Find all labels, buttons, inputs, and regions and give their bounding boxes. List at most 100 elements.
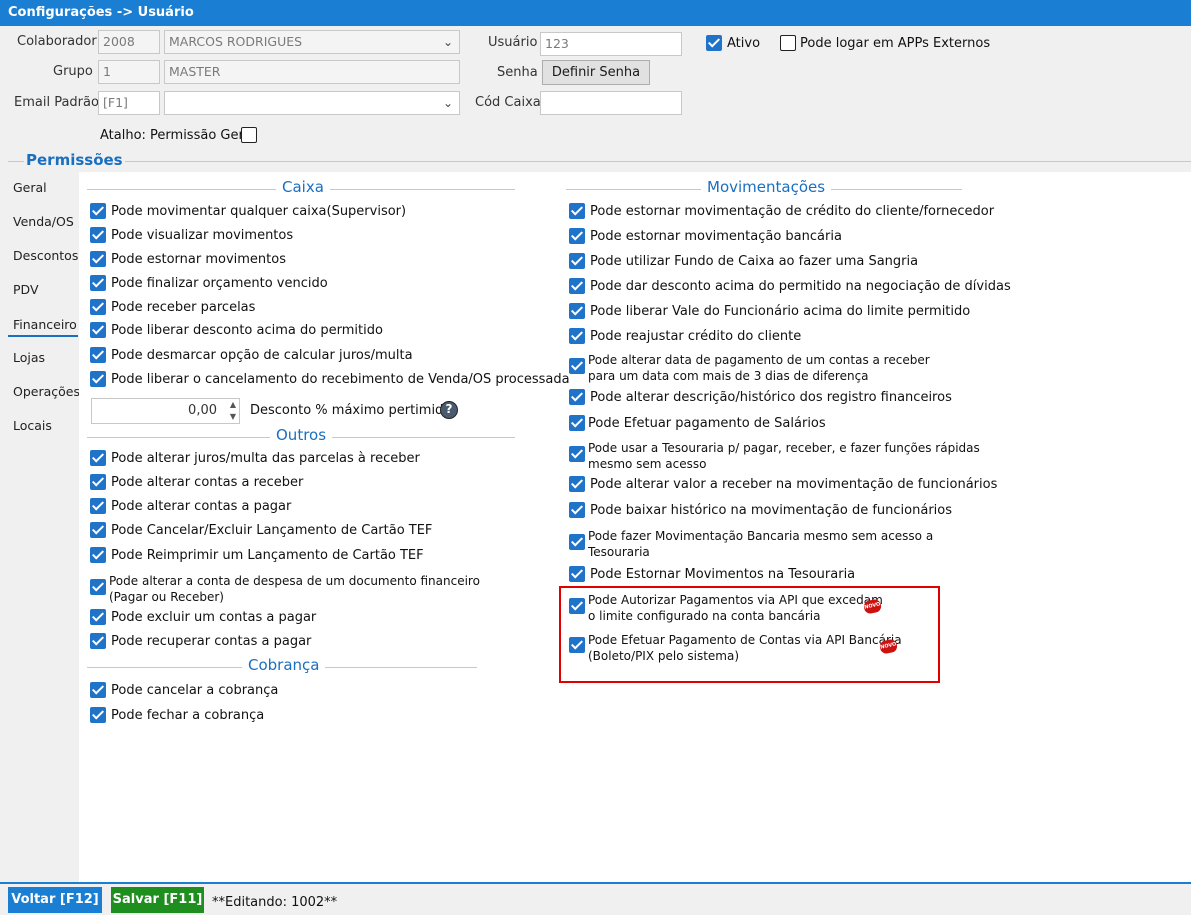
checkbox[interactable] [569,203,585,219]
checkbox[interactable] [90,299,106,315]
tab-operacoes[interactable]: Operações [13,384,80,399]
definir-senha-button[interactable]: Definir Senha [542,60,650,85]
movimentacoes-title: Movimentações [701,178,832,196]
email-label: Email Padrão [14,95,99,110]
checkbox[interactable] [569,278,585,294]
window-title: Configurações -> Usuário [0,0,1191,26]
tab-descontos[interactable]: Descontos [13,248,78,263]
usuario-field[interactable]: 123 [540,32,682,56]
salvar-button[interactable]: Salvar [F11] [111,887,204,913]
spin-up-icon[interactable]: ▲ [230,400,236,409]
checkbox[interactable] [569,253,585,269]
checkbox[interactable] [90,275,106,291]
cod-caixa-field[interactable] [540,91,682,115]
permission-label: Pode desmarcar opção de calcular juros/m… [111,348,413,363]
permission-label: Pode Autorizar Pagamentos via API que ex… [588,593,883,607]
checkbox[interactable] [569,303,585,319]
permission-label-line2: (Pagar ou Receber) [109,590,224,604]
checkbox[interactable] [90,522,106,538]
checkbox[interactable] [569,566,585,582]
checkbox[interactable] [569,358,585,374]
grupo-name-field: MASTER [164,60,460,84]
permission-label: Pode excluir um contas a pagar [111,610,317,625]
grupo-code-field[interactable]: 1 [98,60,160,84]
permission-label-line2: (Boleto/PIX pelo sistema) [588,649,740,663]
checkbox[interactable] [569,476,585,492]
permission-label: Pode liberar Vale do Funcionário acima d… [590,304,971,319]
checkbox[interactable] [569,598,585,614]
atalho-checkbox[interactable] [241,127,257,143]
checkbox[interactable] [90,371,106,387]
checkbox[interactable] [90,682,106,698]
desconto-max-value: 0,00 [188,403,217,418]
permission-label: Pode Efetuar pagamento de Salários [588,416,826,431]
ativo-checkbox[interactable] [706,35,722,51]
chevron-down-icon[interactable]: ⌄ [443,31,453,53]
checkbox[interactable] [569,446,585,462]
permission-label: Pode alterar descrição/histórico dos reg… [590,390,952,405]
checkbox[interactable] [90,251,106,267]
checkbox[interactable] [90,450,106,466]
chevron-down-icon[interactable]: ⌄ [443,92,453,114]
checkbox[interactable] [569,415,585,431]
permission-label: Pode dar desconto acima do permitido na … [590,279,1011,294]
tab-lojas[interactable]: Lojas [13,350,45,365]
tab-locais[interactable]: Locais [13,418,52,433]
checkbox[interactable] [569,637,585,653]
permission-label: Pode visualizar movimentos [111,228,294,243]
checkbox[interactable] [569,228,585,244]
permission-label: Pode cancelar a cobrança [111,683,279,698]
desconto-max-label: Desconto % máximo pertimido [250,403,452,418]
permission-label-line2: Tesouraria [588,545,650,559]
outros-title: Outros [270,426,333,444]
cobranca-title: Cobrança [242,656,326,674]
desconto-max-spinner[interactable]: 0,00 ▲ ▼ [91,398,240,424]
permissoes-divider [8,161,1191,162]
permission-label: Pode recuperar contas a pagar [111,634,312,649]
checkbox[interactable] [569,534,585,550]
tab-geral[interactable]: Geral [13,180,47,195]
status-text: **Editando: 1002** [212,895,338,910]
checkbox[interactable] [569,502,585,518]
tab-financeiro[interactable]: Financeiro [13,317,77,332]
apps-externos-checkbox[interactable] [780,35,796,51]
checkbox[interactable] [90,203,106,219]
permission-label: Pode alterar juros/multa das parcelas à … [111,451,420,466]
permission-label: Pode alterar a conta de despesa de um do… [109,574,480,588]
permission-label: Pode fazer Movimentação Bancaria mesmo s… [588,529,934,543]
permissoes-title: Permissões [24,151,125,169]
email-combo[interactable]: ⌄ [164,91,460,115]
checkbox[interactable] [90,498,106,514]
help-icon[interactable]: ? [440,401,458,419]
permission-label: Pode reajustar crédito do cliente [590,329,802,344]
permission-label: Pode alterar contas a pagar [111,499,292,514]
checkbox[interactable] [569,389,585,405]
checkbox[interactable] [90,609,106,625]
colaborador-code-field[interactable]: 2008 [98,30,160,54]
email-key-field[interactable]: [F1] [98,91,160,115]
checkbox[interactable] [90,474,106,490]
grupo-label: Grupo [53,64,93,79]
checkbox[interactable] [90,547,106,563]
permission-label: Pode movimentar qualquer caixa(Superviso… [111,204,407,219]
permission-label: Pode alterar contas a receber [111,475,304,490]
voltar-button[interactable]: Voltar [F12] [8,887,102,913]
spin-down-icon[interactable]: ▼ [230,412,236,421]
permission-label: Pode estornar movimentação de crédito do… [590,204,995,219]
checkbox[interactable] [90,633,106,649]
tab-venda-os[interactable]: Venda/OS [13,214,74,229]
permission-label: Pode estornar movimentação bancária [590,229,842,244]
checkbox[interactable] [90,227,106,243]
checkbox[interactable] [90,347,106,363]
permission-label-line2: para um data com mais de 3 dias de difer… [588,369,869,383]
permission-label: Pode alterar data de pagamento de um con… [588,353,930,367]
checkbox[interactable] [90,579,106,595]
tab-pdv[interactable]: PDV [13,282,39,297]
permission-label: Pode estornar movimentos [111,252,286,267]
checkbox[interactable] [90,322,106,338]
checkbox[interactable] [90,707,106,723]
checkbox[interactable] [569,328,585,344]
permission-label: Pode liberar desconto acima do permitido [111,323,383,338]
colaborador-combo[interactable]: MARCOS RODRIGUES ⌄ [164,30,460,54]
permission-label: Pode alterar valor a receber na moviment… [590,477,998,492]
